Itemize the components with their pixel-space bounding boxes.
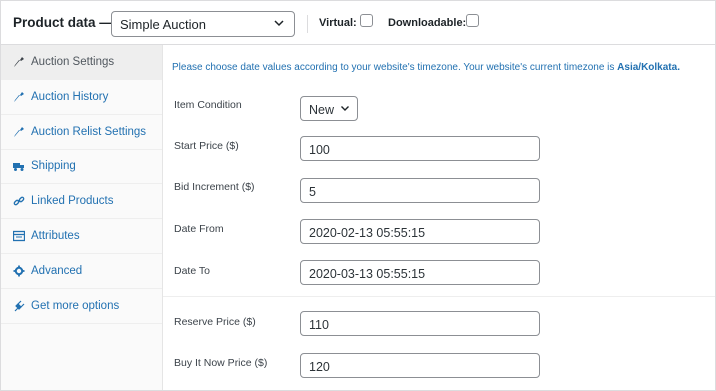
bid-increment-label: Bid Increment ($) xyxy=(174,181,255,193)
tab-label: Auction History xyxy=(31,91,109,103)
tab-advanced[interactable]: Advanced xyxy=(1,254,162,289)
item-condition-value: New xyxy=(309,103,335,117)
tab-auction-history[interactable]: Auction History xyxy=(1,80,162,115)
tab-get-more-options[interactable]: Get more options xyxy=(1,289,162,324)
panel-header: Product data — Simple Auction Virtual: D… xyxy=(1,1,715,45)
product-type-value: Simple Auction xyxy=(120,17,206,32)
tab-label: Advanced xyxy=(31,265,83,277)
tab-label: Attributes xyxy=(31,230,80,242)
downloadable-label: Downloadable: xyxy=(388,17,467,29)
start-price-label: Start Price ($) xyxy=(174,140,239,152)
date-from-label: Date From xyxy=(174,223,224,235)
table-icon xyxy=(13,230,25,242)
date-from-value: 2020-02-13 05:55:15 xyxy=(309,226,426,240)
tab-linked-products[interactable]: Linked Products xyxy=(1,184,162,219)
link-icon xyxy=(13,196,25,206)
date-to-label: Date To xyxy=(174,265,210,277)
section-divider xyxy=(163,296,715,297)
timezone-value: Asia/Kolkata. xyxy=(617,62,680,73)
wrench-icon xyxy=(14,92,24,102)
reserve-price-value: 110 xyxy=(309,318,329,332)
panel-title: Product data — xyxy=(13,15,113,30)
product-type-select[interactable]: Simple Auction xyxy=(111,11,295,37)
downloadable-checkbox[interactable] xyxy=(466,14,479,27)
tab-label: Shipping xyxy=(31,160,76,172)
chevron-down-icon xyxy=(341,106,349,111)
virtual-checkbox[interactable] xyxy=(360,14,373,27)
chevron-down-icon xyxy=(274,20,284,27)
reserve-price-input[interactable]: 110 xyxy=(300,311,540,336)
bid-increment-input[interactable]: 5 xyxy=(300,178,540,203)
buy-it-now-price-label: Buy It Now Price ($) xyxy=(174,357,268,369)
bid-increment-value: 5 xyxy=(309,185,316,199)
wrench-icon xyxy=(14,57,24,67)
buy-it-now-price-value: 120 xyxy=(309,360,330,374)
date-to-value: 2020-03-13 05:55:15 xyxy=(309,267,426,281)
auction-settings-panel: Please choose date values according to y… xyxy=(163,45,715,390)
date-to-input[interactable]: 2020-03-13 05:55:15 xyxy=(300,260,540,285)
buy-it-now-price-input[interactable]: 120 xyxy=(300,353,540,378)
item-condition-select[interactable]: New xyxy=(300,96,358,121)
tab-auction-relist-settings[interactable]: Auction Relist Settings xyxy=(1,115,162,150)
tab-label: Get more options xyxy=(31,300,120,312)
truck-icon xyxy=(13,163,24,171)
plugin-icon xyxy=(14,300,25,312)
start-price-value: 100 xyxy=(309,143,330,157)
tab-label: Auction Settings xyxy=(31,56,115,68)
wrench-icon xyxy=(14,127,24,137)
virtual-label: Virtual: xyxy=(319,17,357,29)
reserve-price-label: Reserve Price ($) xyxy=(174,316,256,328)
tab-label: Auction Relist Settings xyxy=(31,126,147,138)
date-from-input[interactable]: 2020-02-13 05:55:15 xyxy=(300,219,540,244)
timezone-notice-text: Please choose date values according to y… xyxy=(172,62,618,73)
header-separator xyxy=(307,15,308,33)
tab-shipping[interactable]: Shipping xyxy=(1,149,162,184)
gear-icon xyxy=(13,265,25,277)
product-data-tabs: Auction Settings Auction History Auction… xyxy=(1,45,163,390)
tab-label: Linked Products xyxy=(31,195,114,207)
tab-attributes[interactable]: Attributes xyxy=(1,219,162,254)
start-price-input[interactable]: 100 xyxy=(300,136,540,161)
tab-auction-settings[interactable]: Auction Settings xyxy=(1,45,162,80)
item-condition-label: Item Condition xyxy=(174,99,242,111)
product-data-panel: Product data — Simple Auction Virtual: D… xyxy=(0,0,716,391)
timezone-notice: Please choose date values according to y… xyxy=(172,62,680,73)
